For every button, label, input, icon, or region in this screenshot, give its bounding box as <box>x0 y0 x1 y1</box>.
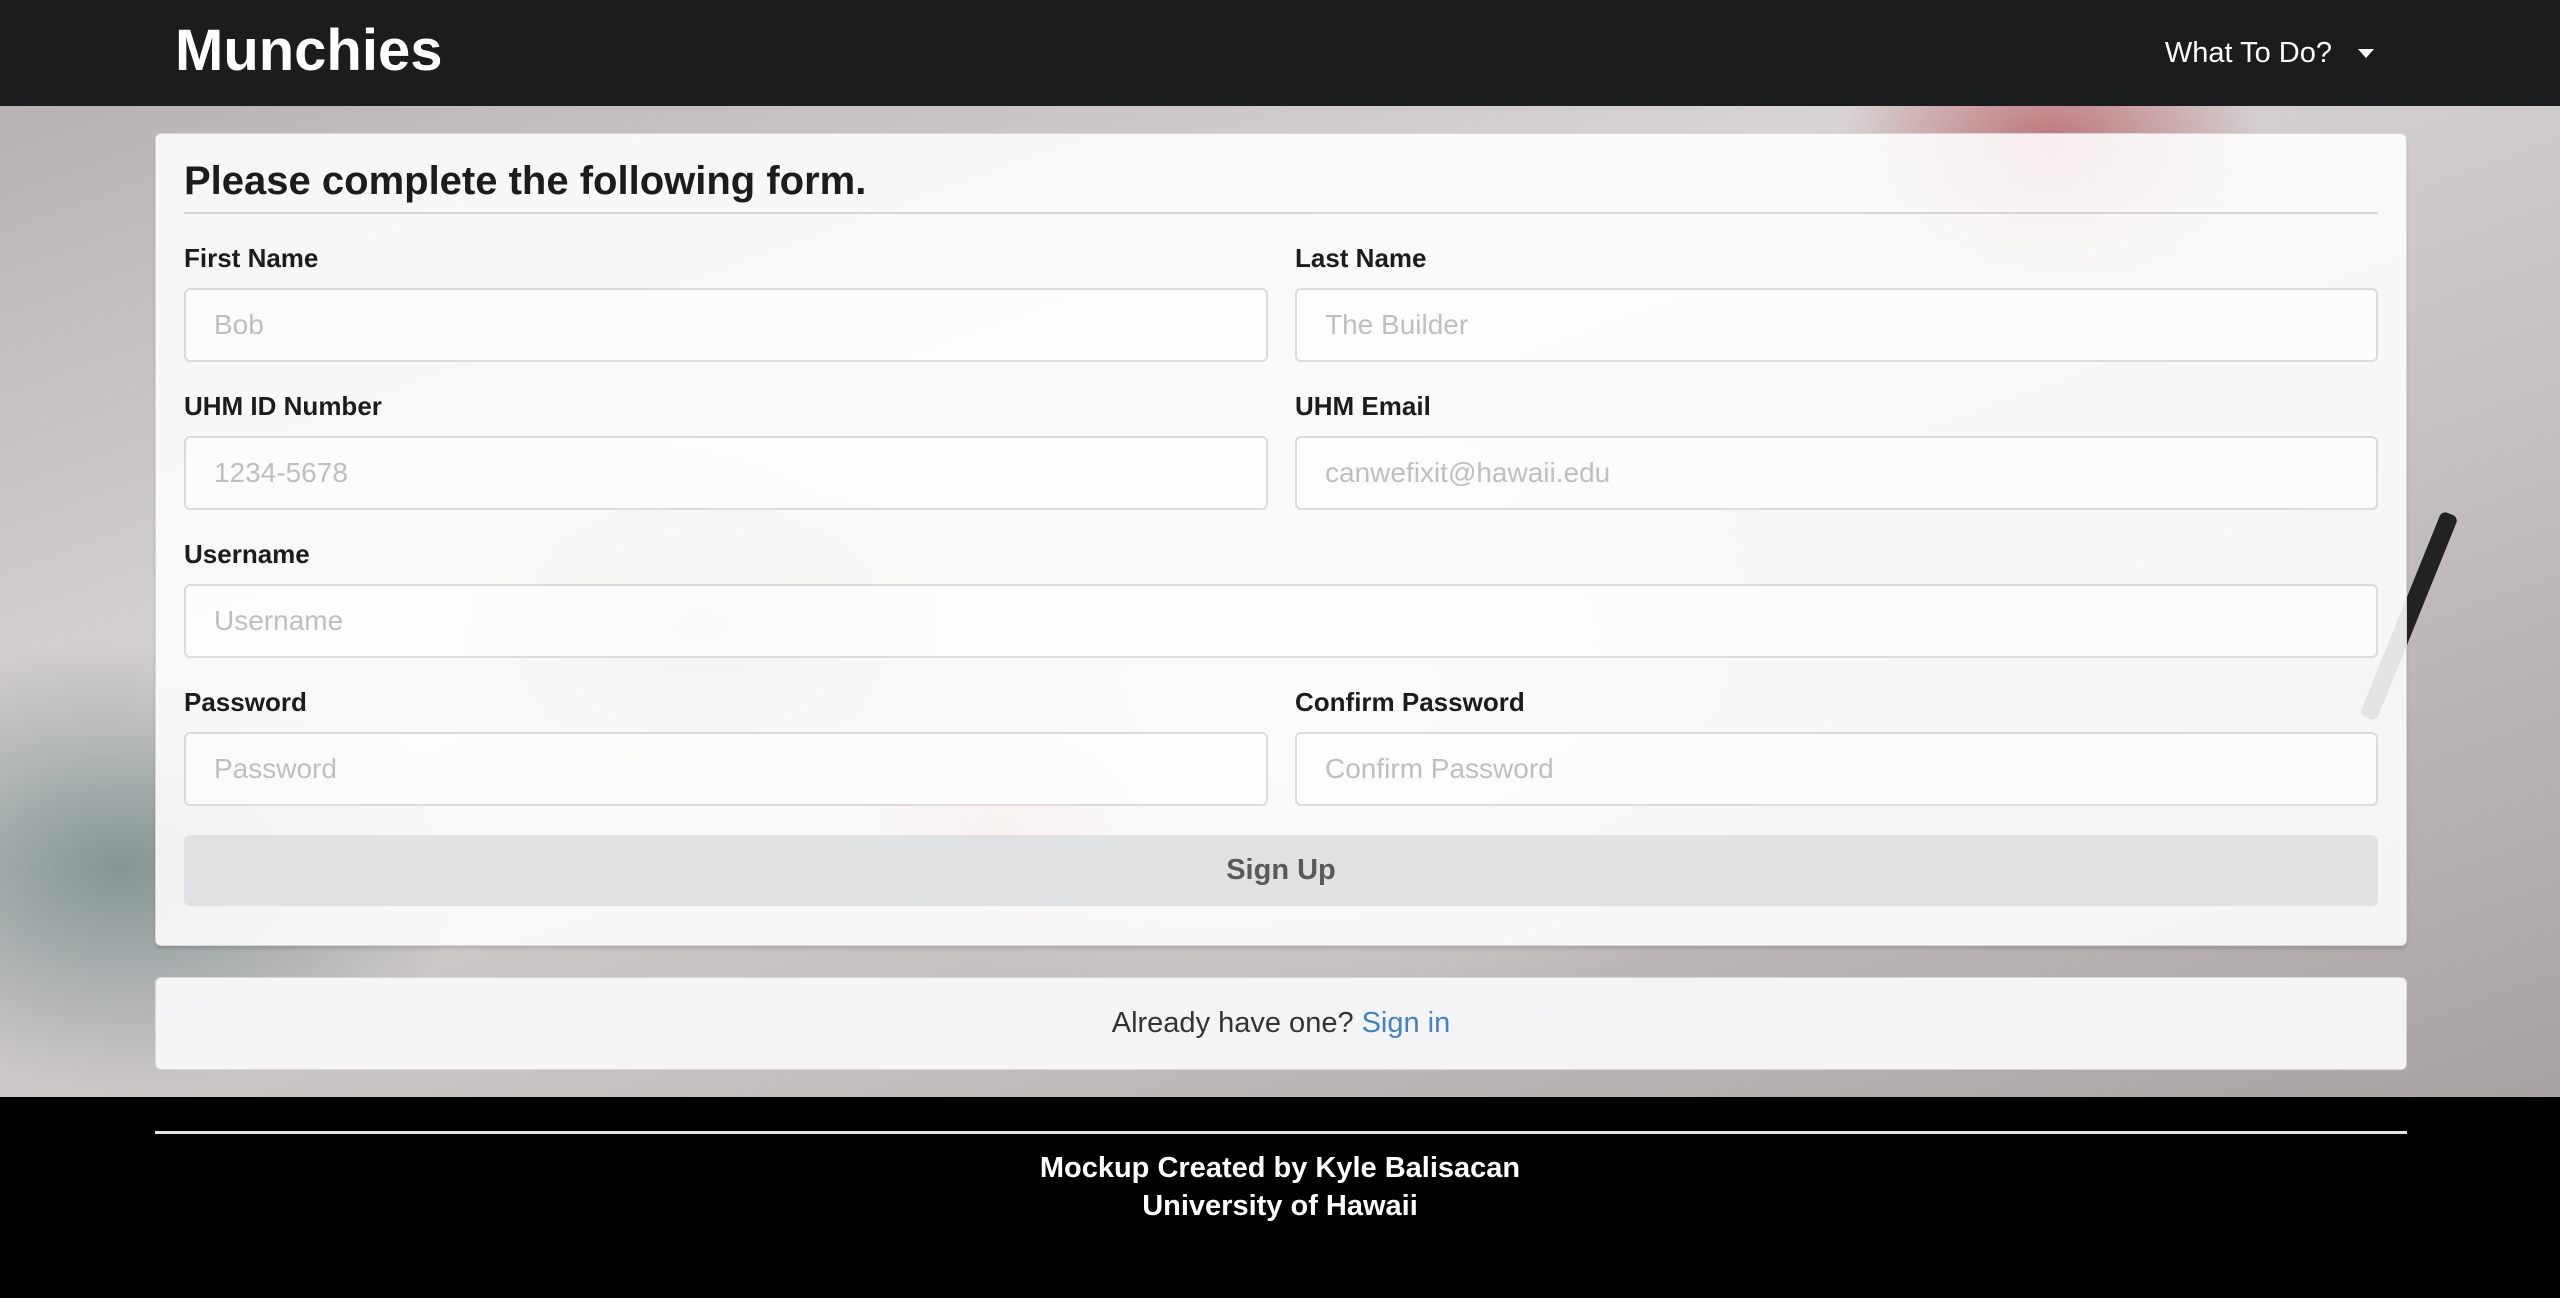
caret-down-icon <box>2358 48 2374 58</box>
what-to-do-dropdown[interactable]: What To Do? <box>2165 30 2374 76</box>
form-title: Please complete the following form. <box>184 159 867 203</box>
what-to-do-label: What To Do? <box>2164 36 2332 69</box>
footer-divider <box>155 1131 2407 1134</box>
signup-form-card: Please complete the following form. Firs… <box>155 133 2407 946</box>
page-footer: Mockup Created by Kyle Balisacan Univers… <box>0 1097 2560 1298</box>
uhm-id-label: UHM ID Number <box>184 391 382 421</box>
first-name-input[interactable] <box>184 288 1268 362</box>
uhm-email-input[interactable] <box>1295 436 2378 510</box>
brand-logo-text[interactable]: Munchies <box>175 18 443 84</box>
sign-up-button[interactable]: Sign Up <box>184 835 2378 906</box>
last-name-input[interactable] <box>1295 288 2378 362</box>
last-name-label: Last Name <box>1295 243 1427 273</box>
signin-prompt-text: Already have one? <box>1111 1007 1354 1039</box>
password-input[interactable] <box>184 732 1268 806</box>
footer-university: University of Hawaii <box>1142 1190 1418 1222</box>
username-label: Username <box>184 539 310 569</box>
uhm-id-input[interactable] <box>184 436 1268 510</box>
confirm-password-label: Confirm Password <box>1295 687 1525 717</box>
title-divider <box>184 212 2378 214</box>
footer-credit: Mockup Created by Kyle Balisacan <box>1039 1152 1521 1184</box>
signin-prompt-card: Already have one? Sign in <box>155 977 2407 1070</box>
sign-in-link[interactable]: Sign in <box>1362 1007 1451 1040</box>
username-input[interactable] <box>184 584 2378 658</box>
password-label: Password <box>184 687 307 717</box>
uhm-email-label: UHM Email <box>1295 391 1431 421</box>
top-navbar: Munchies What To Do? <box>0 0 2560 106</box>
first-name-label: First Name <box>184 243 319 273</box>
confirm-password-input[interactable] <box>1295 732 2378 806</box>
